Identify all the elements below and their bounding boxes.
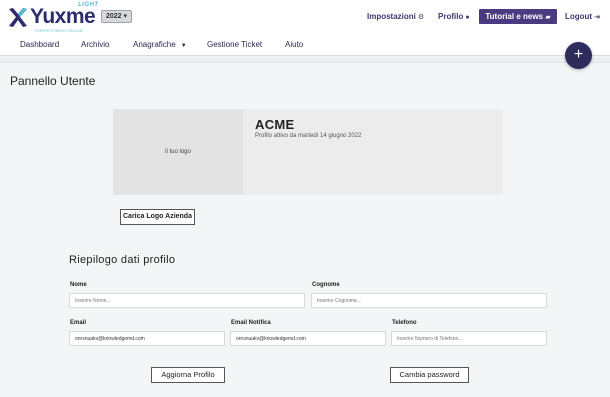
year-selector[interactable]: 2022 ▾ [101,10,132,23]
logout-icon: ⇥ [594,14,600,21]
profile-link[interactable]: Profilo ● [438,12,470,21]
company-logo-placeholder: il tuo logo [113,109,243,195]
profile-label: Profilo [438,12,464,21]
logo-placeholder-text: il tuo logo [165,149,191,155]
company-name: ACME [255,117,295,132]
profile-summary-title: Riepilogo dati profilo [69,254,176,266]
menu-item-label: Archivio [81,40,110,49]
menu-item-label: Dashboard [20,40,60,49]
logout-link[interactable]: Logout ⇥ [565,12,600,21]
cognome-input[interactable] [311,293,547,308]
add-fab-button[interactable]: + [565,42,592,69]
app-logo[interactable]: Yuxme LIGHT FORFETTARIO FACILE [8,2,98,33]
email-notifica-input[interactable] [230,331,386,346]
telefono-label: Telefono [392,320,417,326]
change-password-label: Cambia password [399,370,460,379]
brand-edition: LIGHT [78,2,99,8]
menu-item-label: Aiuto [285,40,304,49]
email-notifica-label: Email Notifica [231,320,271,326]
logout-label: Logout [565,12,593,21]
cognome-label: Cognome [312,282,340,288]
gear-icon: ⚙ [417,14,425,21]
settings-link[interactable]: Impostazioni ⚙ [367,12,424,21]
upload-logo-label: Carica Logo Azienda [123,213,192,220]
menu-item-dashboard[interactable]: Dashboard [20,40,59,49]
tutorial-news-button[interactable]: Tutorial e news ▰ [479,9,557,24]
year-value: 2022 [105,13,122,20]
email-input[interactable] [69,331,225,346]
top-navbar: Yuxme LIGHT FORFETTARIO FACILE 2022 ▾ Im… [0,0,610,56]
nome-input[interactable] [69,293,305,308]
menu-item-anagrafiche[interactable]: Anagrafiche ▼ [133,40,187,49]
user-icon: ● [465,14,470,21]
brand-tagline: FORFETTARIO FACILE [35,28,84,33]
menu-item-archivio[interactable]: Archivio [81,40,109,49]
update-profile-label: Aggiorna Profilo [161,370,215,379]
sub-toolbar [0,57,610,63]
nome-label: Nome [70,282,87,288]
update-profile-button[interactable]: Aggiorna Profilo [151,367,225,383]
plus-icon: + [573,46,584,63]
yuxme-logo-icon [9,8,27,27]
page-title: Pannello Utente [10,74,96,88]
chat-icon: ▰ [545,14,551,21]
settings-label: Impostazioni [367,12,416,21]
telefono-input[interactable] [391,331,547,346]
email-label: Email [70,320,87,326]
upload-logo-button[interactable]: Carica Logo Azienda [120,209,195,225]
profile-active-since: Profilo attivo da martedì 14 giugno 2022 [255,133,362,139]
change-password-button[interactable]: Cambia password [390,367,469,383]
menu-item-label: Anagrafiche [133,40,176,49]
chevron-down-icon: ▼ [180,43,187,49]
tutorial-label: Tutorial e news [485,12,543,21]
menu-item-gestione-ticket[interactable]: Gestione Ticket [207,40,262,49]
menu-item-aiuto[interactable]: Aiuto [285,40,303,49]
menu-item-label: Gestione Ticket [207,40,263,49]
chevron-down-icon: ▾ [123,13,128,20]
company-card: il tuo logo ACME Profilo attivo da marte… [113,109,503,195]
